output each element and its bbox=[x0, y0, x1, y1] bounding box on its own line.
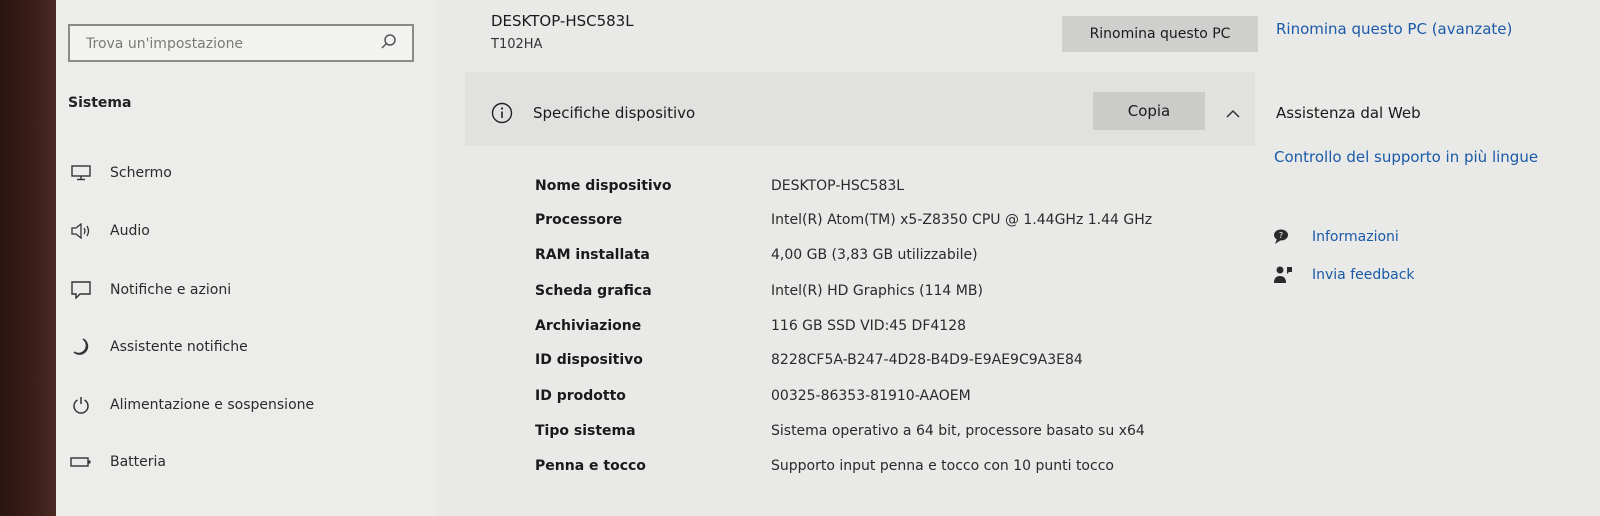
sidebar-item-alimentazione[interactable]: Alimentazione e sospensione bbox=[68, 392, 408, 418]
speaker-icon bbox=[68, 223, 94, 239]
sidebar-item-audio[interactable]: Audio bbox=[68, 218, 408, 244]
sidebar-section-title: Sistema bbox=[68, 95, 132, 111]
feedback-icon bbox=[1272, 265, 1294, 285]
spec-row: ID dispositivo 8228CF5A-B247-4D28-B4D9-E… bbox=[465, 352, 1255, 376]
spec-value: 116 GB SSD VID:45 DF4128 bbox=[771, 318, 967, 334]
spec-value: Sistema operativo a 64 bit, processore b… bbox=[771, 423, 1145, 439]
search-placeholder: Trova un'impostazione bbox=[86, 36, 244, 52]
spec-row: Archiviazione 116 GB SSD VID:45 DF4128 bbox=[465, 318, 1255, 342]
spec-key: ID dispositivo bbox=[535, 352, 643, 368]
spec-row: Penna e tocco Supporto input penna e toc… bbox=[465, 458, 1255, 482]
spec-key: RAM installata bbox=[535, 247, 650, 263]
sidebar-item-assistente[interactable]: Assistente notifiche bbox=[68, 334, 408, 360]
screen-bezel bbox=[0, 0, 56, 516]
spec-key: Processore bbox=[535, 212, 623, 228]
settings-window: Trova un'impostazione Sistema Schermo Au… bbox=[0, 0, 1600, 516]
rename-pc-advanced-link[interactable]: Rinomina questo PC (avanzate) bbox=[1276, 20, 1512, 38]
rename-pc-button[interactable]: Rinomina questo PC bbox=[1062, 16, 1258, 52]
notification-icon bbox=[68, 281, 94, 299]
moon-icon bbox=[68, 338, 94, 356]
chevron-up-icon[interactable] bbox=[1225, 104, 1241, 123]
monitor-icon bbox=[68, 165, 94, 181]
spec-value: Intel(R) HD Graphics (114 MB) bbox=[771, 283, 983, 299]
spec-value: Supporto input penna e tocco con 10 punt… bbox=[771, 458, 1114, 474]
spec-row: ID prodotto 00325-86353-81910-AAOEM bbox=[465, 388, 1255, 412]
battery-icon bbox=[68, 456, 94, 468]
search-icon[interactable] bbox=[380, 33, 398, 55]
pc-name: DESKTOP-HSC583L bbox=[491, 12, 634, 30]
device-specs-header[interactable]: Specifiche dispositivo Copia bbox=[465, 72, 1255, 146]
spec-row: Processore Intel(R) Atom(TM) x5-Z8350 CP… bbox=[465, 212, 1255, 236]
feedback-label: Invia feedback bbox=[1312, 267, 1415, 283]
spec-row: RAM installata 4,00 GB (3,83 GB utilizza… bbox=[465, 247, 1255, 271]
sidebar-item-label: Schermo bbox=[110, 165, 172, 181]
sidebar: Trova un'impostazione Sistema Schermo Au… bbox=[56, 0, 436, 516]
spec-key: Scheda grafica bbox=[535, 283, 652, 299]
related-settings: Rinomina questo PC (avanzate) Assistenza… bbox=[1272, 0, 1600, 516]
informazioni-label: Informazioni bbox=[1312, 229, 1399, 245]
spec-row: Scheda grafica Intel(R) HD Graphics (114… bbox=[465, 283, 1255, 307]
main-content: DESKTOP-HSC583L T102HA Rinomina questo P… bbox=[465, 0, 1258, 516]
copy-button[interactable]: Copia bbox=[1093, 92, 1205, 130]
feedback-link[interactable]: Invia feedback bbox=[1272, 265, 1415, 285]
spec-value: DESKTOP-HSC583L bbox=[771, 178, 905, 194]
sidebar-item-label: Alimentazione e sospensione bbox=[110, 397, 315, 413]
sidebar-item-schermo[interactable]: Schermo bbox=[68, 160, 408, 186]
spec-key: Archiviazione bbox=[535, 318, 642, 334]
pc-model: T102HA bbox=[491, 37, 543, 52]
sidebar-item-label: Audio bbox=[110, 223, 150, 239]
sidebar-item-notifiche[interactable]: Notifiche e azioni bbox=[68, 277, 408, 303]
sidebar-item-label: Batteria bbox=[110, 454, 166, 470]
spec-key: Nome dispositivo bbox=[535, 178, 672, 194]
web-help-title: Assistenza dal Web bbox=[1276, 104, 1421, 122]
sidebar-item-label: Notifiche e azioni bbox=[110, 282, 232, 298]
spec-key: Tipo sistema bbox=[535, 423, 636, 439]
spec-row: Tipo sistema Sistema operativo a 64 bit,… bbox=[465, 423, 1255, 447]
informazioni-link[interactable]: ? Informazioni bbox=[1272, 228, 1399, 246]
spec-value: 00325-86353-81910-AAOEM bbox=[771, 388, 971, 404]
spec-row: Nome dispositivo DESKTOP-HSC583L bbox=[465, 178, 1255, 202]
multilang-support-link[interactable]: Controllo del supporto in più lingue bbox=[1274, 148, 1538, 166]
search-input[interactable]: Trova un'impostazione bbox=[68, 24, 414, 62]
device-specs-body: Nome dispositivo DESKTOP-HSC583L Process… bbox=[465, 146, 1255, 516]
help-chat-icon: ? bbox=[1272, 228, 1294, 246]
spec-value: 4,00 GB (3,83 GB utilizzabile) bbox=[771, 247, 978, 263]
sidebar-item-batteria[interactable]: Batteria bbox=[68, 449, 408, 475]
svg-text:?: ? bbox=[1279, 231, 1283, 240]
spec-key: ID prodotto bbox=[535, 388, 626, 404]
specs-title: Specifiche dispositivo bbox=[533, 104, 696, 122]
spec-value: Intel(R) Atom(TM) x5-Z8350 CPU @ 1.44GHz… bbox=[771, 212, 1153, 228]
power-icon bbox=[68, 396, 94, 414]
info-icon bbox=[491, 102, 513, 128]
spec-value: 8228CF5A-B247-4D28-B4D9-E9AE9C9A3E84 bbox=[771, 352, 1083, 368]
spec-key: Penna e tocco bbox=[535, 458, 646, 474]
sidebar-item-label: Assistente notifiche bbox=[110, 339, 248, 355]
